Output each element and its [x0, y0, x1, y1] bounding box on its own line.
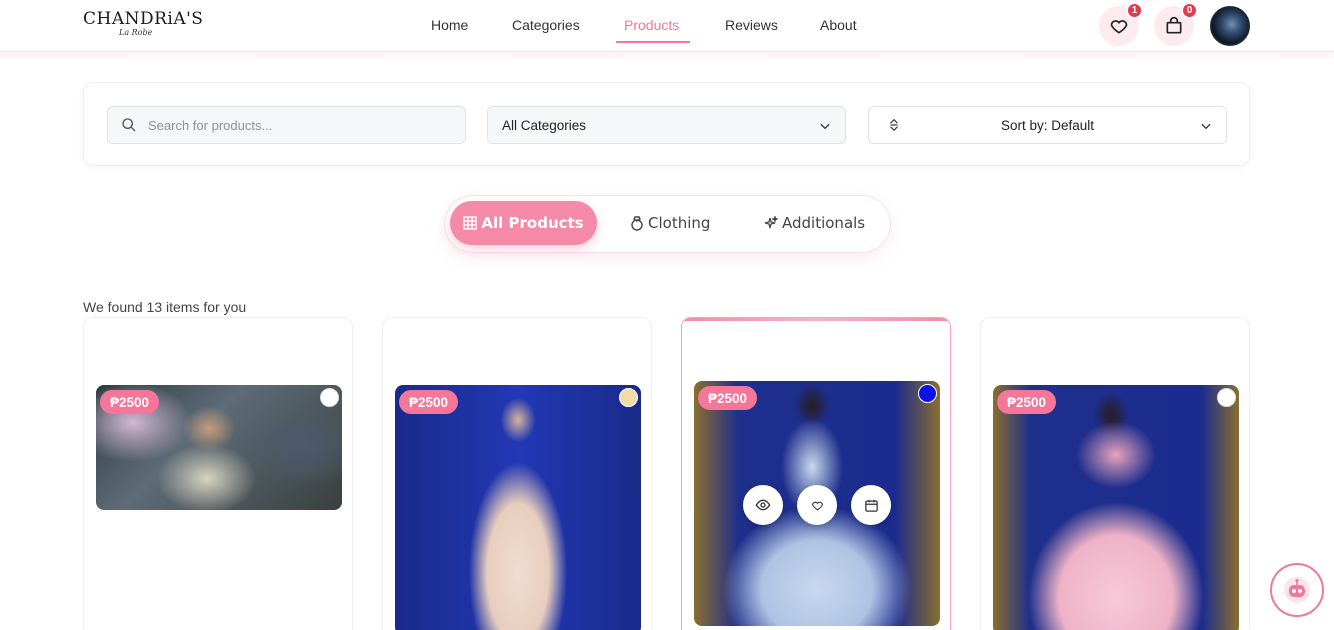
book-rental-button[interactable] — [851, 485, 891, 525]
nav-reviews[interactable]: Reviews — [725, 17, 778, 33]
color-swatch[interactable] — [320, 388, 339, 407]
tab-additionals[interactable]: Additionals — [764, 201, 865, 245]
add-to-wishlist-button[interactable] — [797, 485, 837, 525]
wishlist-button[interactable]: 1 — [1099, 2, 1143, 46]
quick-view-button[interactable] — [743, 485, 783, 525]
product-image[interactable]: ₱2500 — [993, 385, 1239, 630]
wishlist-count-badge: 1 — [1126, 2, 1143, 19]
brand-logo[interactable]: CHANDRiA'S La Robe — [83, 9, 204, 41]
brand-tagline: La Robe — [119, 28, 153, 37]
heart-icon — [811, 501, 823, 510]
calendar-icon — [864, 499, 878, 512]
sort-select-value: Sort by: Default — [1000, 118, 1095, 133]
chevron-down-icon — [1201, 123, 1211, 130]
search-input[interactable] — [148, 107, 448, 143]
price-tag: ₱2500 — [997, 390, 1057, 414]
color-swatch[interactable] — [918, 384, 937, 403]
product-card[interactable]: ₱2500 — [382, 317, 652, 630]
price-tag: ₱2500 — [399, 390, 459, 414]
chatbot-button[interactable] — [1270, 563, 1324, 617]
brand-name: CHANDRiA'S — [83, 9, 204, 29]
product-image[interactable]: ₱2500 — [96, 385, 342, 510]
nav-categories[interactable]: Categories — [512, 17, 580, 33]
product-card[interactable]: ₱2500 — [681, 317, 951, 630]
tab-clothing-label: Clothing — [648, 214, 711, 232]
heart-icon — [1110, 20, 1128, 34]
product-category-tabs: All Products Clothing Additionals — [444, 195, 891, 253]
search-field[interactable] — [107, 106, 466, 144]
product-card[interactable]: ₱2500 — [980, 317, 1250, 630]
robot-icon — [1284, 577, 1310, 603]
header-shadow — [0, 52, 1334, 62]
filter-panel: All Categories Sort by: Default — [83, 82, 1250, 166]
user-avatar[interactable] — [1210, 6, 1250, 46]
nav-home[interactable]: Home — [431, 17, 468, 33]
tab-all-products[interactable]: All Products — [450, 201, 597, 245]
color-swatch[interactable] — [1217, 388, 1236, 407]
sort-select[interactable]: Sort by: Default — [868, 106, 1227, 144]
price-tag: ₱2500 — [100, 390, 160, 414]
nav-products[interactable]: Products — [624, 17, 679, 33]
product-card[interactable]: ₱2500 — [83, 317, 353, 630]
cart-count-badge: 0 — [1181, 2, 1198, 19]
active-nav-indicator — [616, 41, 690, 43]
ring-icon — [631, 216, 643, 231]
category-select[interactable]: All Categories — [487, 106, 846, 144]
grid-icon — [463, 216, 478, 230]
shopping-bag-icon — [1166, 16, 1182, 34]
tab-all-products-label: All Products — [481, 214, 584, 232]
results-count: We found 13 items for you — [83, 299, 247, 315]
header: CHANDRiA'S La Robe Home Categories Produ… — [0, 0, 1334, 52]
sparkle-icon — [764, 216, 778, 229]
eye-icon — [755, 499, 771, 511]
product-image[interactable]: ₱2500 — [395, 385, 641, 630]
price-tag: ₱2500 — [698, 386, 758, 410]
product-image[interactable]: ₱2500 — [694, 381, 940, 626]
nav-about[interactable]: About — [820, 17, 857, 33]
tab-clothing[interactable]: Clothing — [630, 201, 710, 245]
color-swatch[interactable] — [619, 388, 638, 407]
tab-additionals-label: Additionals — [782, 214, 866, 232]
cart-button[interactable]: 0 — [1154, 2, 1198, 46]
category-select-value: All Categories — [502, 118, 587, 133]
search-icon — [122, 118, 136, 132]
chevron-down-icon — [820, 123, 830, 130]
